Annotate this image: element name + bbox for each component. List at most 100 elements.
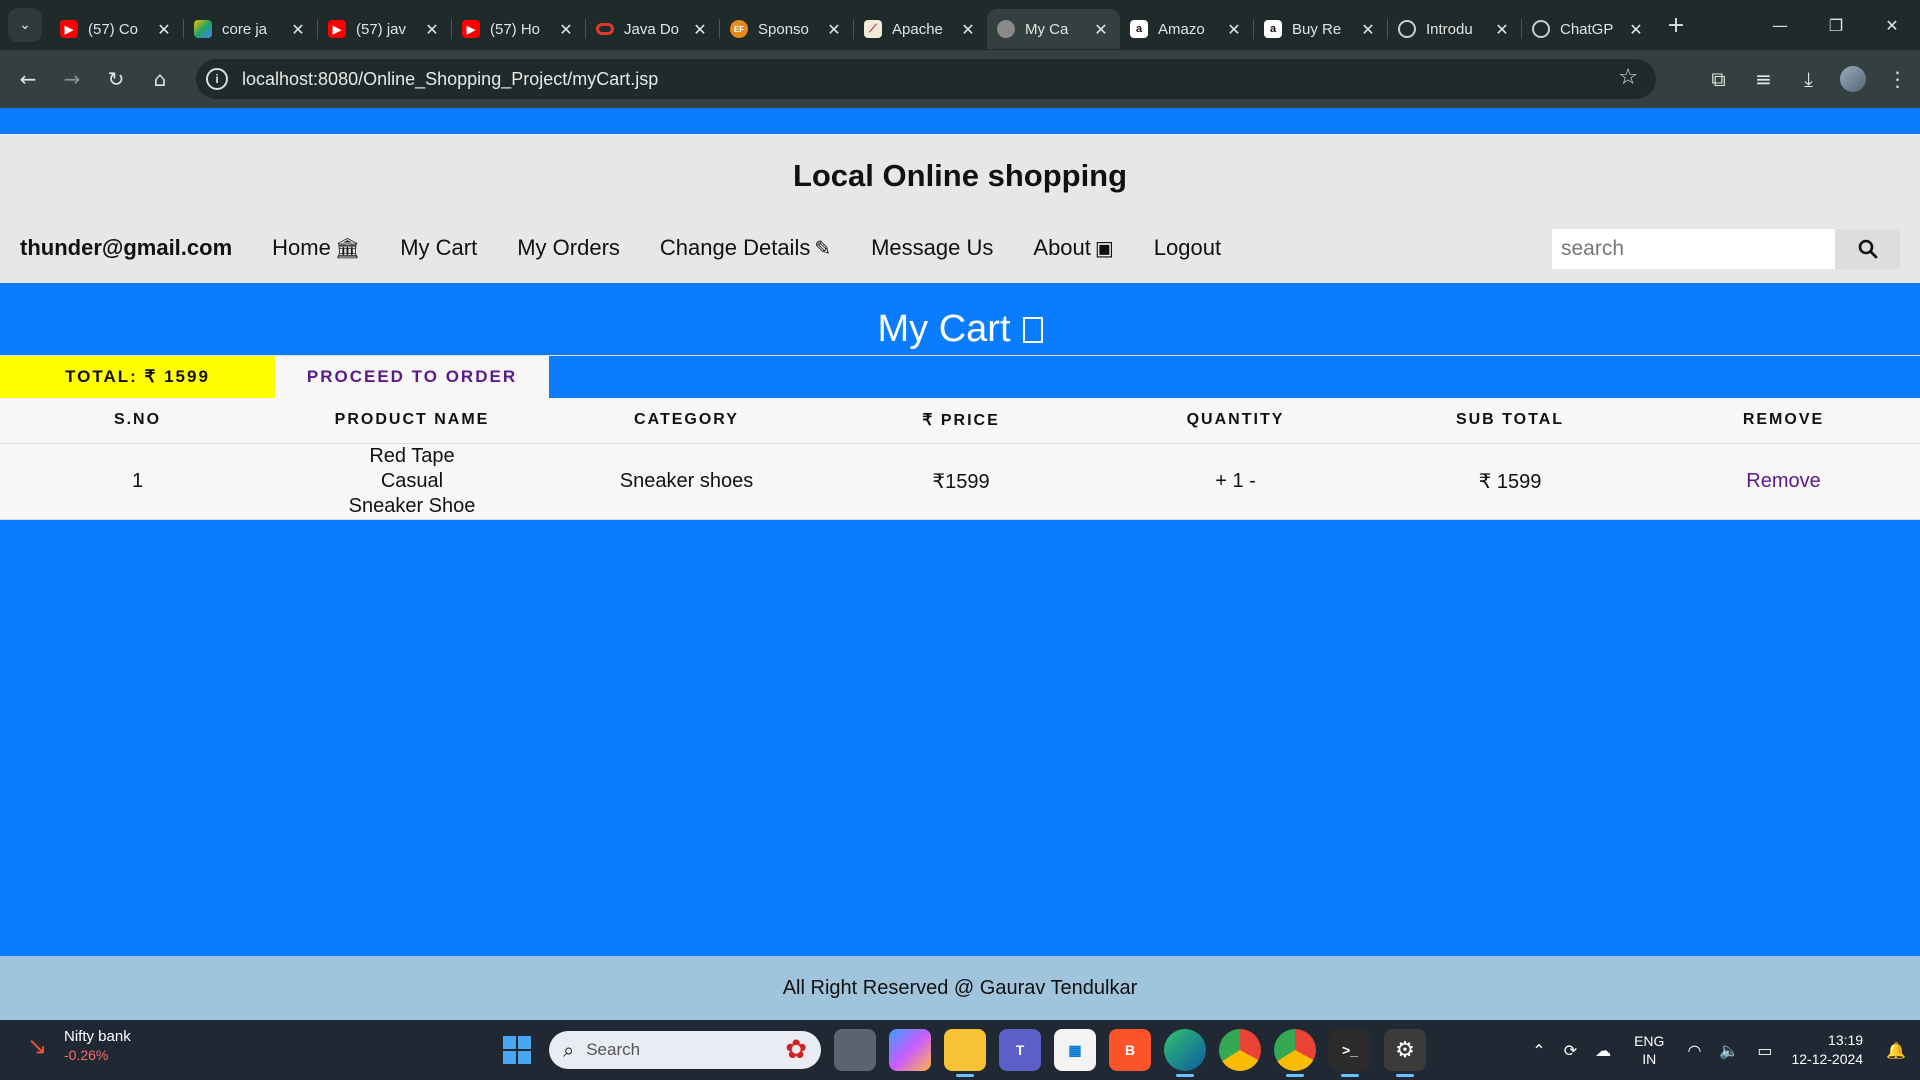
browser-tab-active[interactable]: My Ca ✕ <box>987 9 1120 49</box>
nav-home-label: Home <box>272 235 331 260</box>
copilot-icon[interactable] <box>889 1029 931 1071</box>
minimize-icon[interactable]: — <box>1752 0 1808 50</box>
proceed-to-order-button[interactable]: PROCEED TO ORDER <box>275 356 549 398</box>
toolbar-actions: ⧉ ≡ ⤓ ⋮ <box>1696 50 1920 108</box>
nav-my-cart[interactable]: My Cart <box>400 235 477 261</box>
youtube-icon: ▶ <box>60 20 78 38</box>
bookmark-star-icon[interactable]: ☆ <box>1618 65 1638 90</box>
sync-icon[interactable]: ⟳ <box>1564 1041 1577 1060</box>
stock-widget[interactable]: ↘ Nifty bank -0.26% <box>22 1028 131 1063</box>
browser-tab[interactable]: Java Do ✕ <box>586 9 719 49</box>
home-icon[interactable]: ⌂ <box>138 57 182 101</box>
tab-title: Amazo <box>1158 20 1205 38</box>
task-view-icon[interactable] <box>834 1029 876 1071</box>
browser-tab[interactable]: ChatGP ✕ <box>1522 9 1655 49</box>
column-header: PRODUCT NAME <box>275 398 549 444</box>
back-icon[interactable]: ← <box>6 57 50 101</box>
remove-link[interactable]: Remove <box>1647 443 1920 520</box>
taskbar-search[interactable]: ⌕ Search ✿ <box>549 1031 821 1069</box>
chrome-icon[interactable] <box>1219 1029 1261 1071</box>
column-header: S.NO <box>0 398 275 444</box>
close-icon[interactable]: ✕ <box>825 20 843 39</box>
address-bar[interactable]: i localhost:8080/Online_Shopping_Project… <box>196 59 1656 99</box>
microsoft-store-icon[interactable]: ▦ <box>1054 1029 1096 1071</box>
search-button[interactable] <box>1835 229 1900 269</box>
user-email: thunder@gmail.com <box>20 235 233 260</box>
close-icon[interactable]: ✕ <box>691 20 709 39</box>
wifi-icon[interactable]: ◠ <box>1687 1041 1701 1060</box>
nav-change-details[interactable]: Change Details ✎ <box>660 235 831 261</box>
notification-bell-icon[interactable]: 🔔 <box>1886 1041 1906 1060</box>
browser-tab[interactable]: ⟋ Apache ✕ <box>854 9 987 49</box>
close-icon[interactable]: ✕ <box>289 20 307 39</box>
language-indicator[interactable]: ENG IN <box>1634 1032 1664 1068</box>
reload-icon[interactable]: ↻ <box>94 57 138 101</box>
terminal-icon[interactable]: >_ <box>1329 1029 1371 1077</box>
search-input[interactable] <box>1552 229 1835 269</box>
media-control-icon[interactable]: ≡ <box>1741 57 1786 101</box>
tab-title: Java Do <box>624 20 680 38</box>
table-row: 1 Red Tape Casual Sneaker Shoe Sneaker s… <box>0 443 1920 520</box>
nav-about-label: About <box>1033 235 1091 260</box>
browser-tab[interactable]: Introdu ✕ <box>1388 9 1521 49</box>
close-window-icon[interactable]: ✕ <box>1864 0 1920 50</box>
chrome-profile-icon[interactable] <box>1274 1029 1316 1077</box>
close-icon[interactable]: ✕ <box>557 20 575 39</box>
nav-message-us[interactable]: Message Us <box>871 235 993 261</box>
column-header: QUANTITY <box>1098 398 1373 444</box>
close-icon[interactable]: ✕ <box>1225 20 1243 39</box>
new-tab-button[interactable]: + <box>1661 13 1691 38</box>
settings-gear-icon[interactable]: ⚙ <box>1384 1029 1426 1077</box>
browser-tab[interactable]: core ja ✕ <box>184 9 317 49</box>
tab-search-button[interactable]: ⌄ <box>8 8 42 42</box>
tab-title: core ja <box>222 20 268 38</box>
close-icon[interactable]: ✕ <box>423 20 441 39</box>
volume-icon[interactable]: 🔈 <box>1719 1041 1739 1060</box>
quantity-increase-button[interactable]: + <box>1215 470 1227 492</box>
nav-home[interactable]: Home 🏛 <box>272 235 360 261</box>
clock-date: 12-12-2024 <box>1791 1051 1864 1067</box>
globe-icon <box>997 20 1015 38</box>
teams-icon[interactable]: T <box>999 1029 1041 1071</box>
forward-icon[interactable]: → <box>50 57 94 101</box>
cart-actions: TOTAL: ₹ 1599 PROCEED TO ORDER <box>0 355 1920 398</box>
browser-tab[interactable]: ▶ (57) Co ✕ <box>50 9 183 49</box>
extensions-icon[interactable]: ⧉ <box>1696 57 1741 101</box>
close-icon[interactable]: ✕ <box>1627 20 1645 39</box>
tab-title: Sponso <box>758 20 809 38</box>
cart-total: TOTAL: ₹ 1599 <box>0 356 275 398</box>
windows-start-icon[interactable] <box>503 1036 531 1064</box>
battery-icon[interactable]: ▭ <box>1757 1041 1772 1060</box>
chevron-up-icon[interactable]: ⌃ <box>1532 1041 1545 1060</box>
browser-tab[interactable]: ▶ (57) jav ✕ <box>318 9 451 49</box>
edit-icon: ✎ <box>814 236 832 260</box>
nav-logout[interactable]: Logout <box>1154 235 1221 261</box>
onedrive-cloud-icon[interactable]: ☁ <box>1595 1041 1611 1060</box>
browser-tab[interactable]: EF Sponso ✕ <box>720 9 853 49</box>
site-info-icon[interactable]: i <box>206 68 228 90</box>
close-icon[interactable]: ✕ <box>155 20 173 39</box>
profile-avatar[interactable] <box>1840 66 1866 92</box>
close-icon[interactable]: ✕ <box>1493 20 1511 39</box>
restore-icon[interactable]: ❐ <box>1808 0 1864 50</box>
download-icon[interactable]: ⤓ <box>1786 57 1831 101</box>
quantity-decrease-button[interactable]: - <box>1249 470 1256 492</box>
close-icon[interactable]: ✕ <box>959 20 977 39</box>
browser-tab[interactable]: a Buy Re ✕ <box>1254 9 1387 49</box>
close-icon[interactable]: ✕ <box>1359 20 1377 39</box>
brave-icon[interactable]: B <box>1109 1029 1151 1071</box>
close-icon[interactable]: ✕ <box>1092 20 1110 39</box>
nav-my-orders[interactable]: My Orders <box>517 235 620 261</box>
main-nav: thunder@gmail.com Home 🏛 My Cart My Orde… <box>0 226 1221 270</box>
tab-title: (57) jav <box>356 20 407 38</box>
edge-icon[interactable] <box>1164 1029 1206 1077</box>
browser-tab[interactable]: a Amazo ✕ <box>1120 9 1253 49</box>
file-explorer-icon[interactable] <box>944 1029 986 1077</box>
amazon-icon: a <box>1264 20 1282 38</box>
nav-about[interactable]: About ▣ <box>1033 235 1113 261</box>
url-text[interactable]: localhost:8080/Online_Shopping_Project/m… <box>242 69 658 90</box>
nav-change-details-label: Change Details <box>659 235 811 260</box>
menu-kebab-icon[interactable]: ⋮ <box>1875 57 1920 101</box>
browser-tab[interactable]: ▶ (57) Ho ✕ <box>452 9 585 49</box>
clock[interactable]: 13:19 12-12-2024 <box>1791 1031 1863 1069</box>
